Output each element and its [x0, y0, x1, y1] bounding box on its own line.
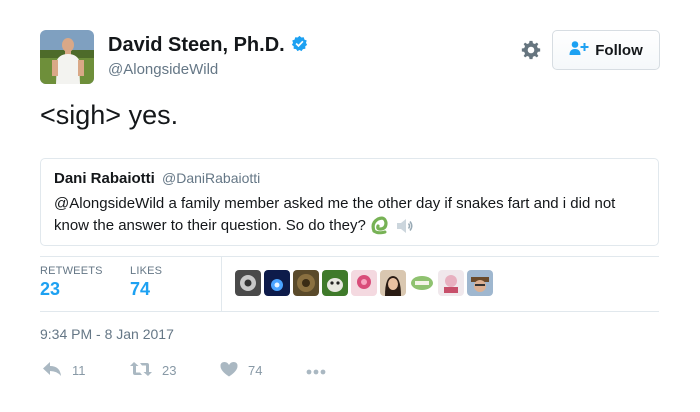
likes-stat[interactable]: LIKES 74	[130, 265, 162, 300]
quoted-tweet-text: @AlongsideWild a family member asked me …	[54, 195, 616, 234]
more-icon	[306, 363, 326, 378]
quoted-author-name: Dani Rabaiotti	[54, 170, 155, 187]
tweet-text: <sigh> yes.	[40, 100, 179, 130]
author-block: David Steen, Ph.D. @AlongsideWild	[108, 34, 308, 78]
liker-avatar[interactable]	[467, 270, 493, 296]
tweet-actions: 11 23 74	[40, 359, 326, 381]
liker-avatar[interactable]	[380, 270, 406, 296]
stats-divider	[221, 257, 222, 311]
verified-badge-icon	[291, 35, 308, 57]
add-user-icon	[569, 40, 589, 60]
author-name[interactable]: David Steen, Ph.D.	[108, 34, 285, 57]
follow-button[interactable]: Follow	[552, 30, 660, 70]
retweets-count: 23	[40, 279, 61, 299]
retweets-stat[interactable]: RETWEETS 23	[40, 265, 103, 300]
reply-count: 11	[72, 362, 86, 378]
snake-emoji-icon	[370, 215, 392, 242]
more-button[interactable]	[306, 363, 326, 378]
speaker-emoji-icon	[396, 217, 414, 242]
retweet-icon	[130, 361, 152, 380]
heart-icon	[220, 361, 238, 380]
author-avatar[interactable]	[40, 30, 94, 84]
like-count: 74	[248, 362, 263, 378]
retweet-count: 23	[162, 362, 177, 378]
tweet-timestamp[interactable]: 9:34 PM - 8 Jan 2017	[40, 326, 174, 342]
retweet-button[interactable]: 23	[130, 361, 220, 380]
likes-count: 74	[130, 279, 151, 299]
liker-avatar[interactable]	[322, 270, 348, 296]
author-handle[interactable]: @AlongsideWild	[108, 61, 308, 78]
tweet-header: David Steen, Ph.D. @AlongsideWild Follow	[40, 30, 660, 86]
liker-avatar[interactable]	[409, 270, 435, 296]
reply-button[interactable]: 11	[42, 361, 130, 380]
liker-avatar[interactable]	[264, 270, 290, 296]
liker-avatar[interactable]	[235, 270, 261, 296]
quoted-author-handle: @DaniRabaiotti	[162, 170, 261, 186]
gear-icon[interactable]	[520, 39, 544, 63]
quoted-tweet[interactable]: Dani Rabaiotti @DaniRabaiotti @Alongside…	[40, 158, 659, 246]
tweet-stats: RETWEETS 23 LIKES 74	[40, 256, 659, 312]
likes-label: LIKES	[130, 265, 163, 277]
likers-avatars	[235, 270, 493, 296]
like-button[interactable]: 74	[220, 361, 306, 380]
reply-icon	[42, 361, 62, 380]
liker-avatar[interactable]	[351, 270, 377, 296]
follow-label: Follow	[595, 41, 643, 59]
liker-avatar[interactable]	[438, 270, 464, 296]
retweets-label: RETWEETS	[40, 265, 103, 277]
liker-avatar[interactable]	[293, 270, 319, 296]
